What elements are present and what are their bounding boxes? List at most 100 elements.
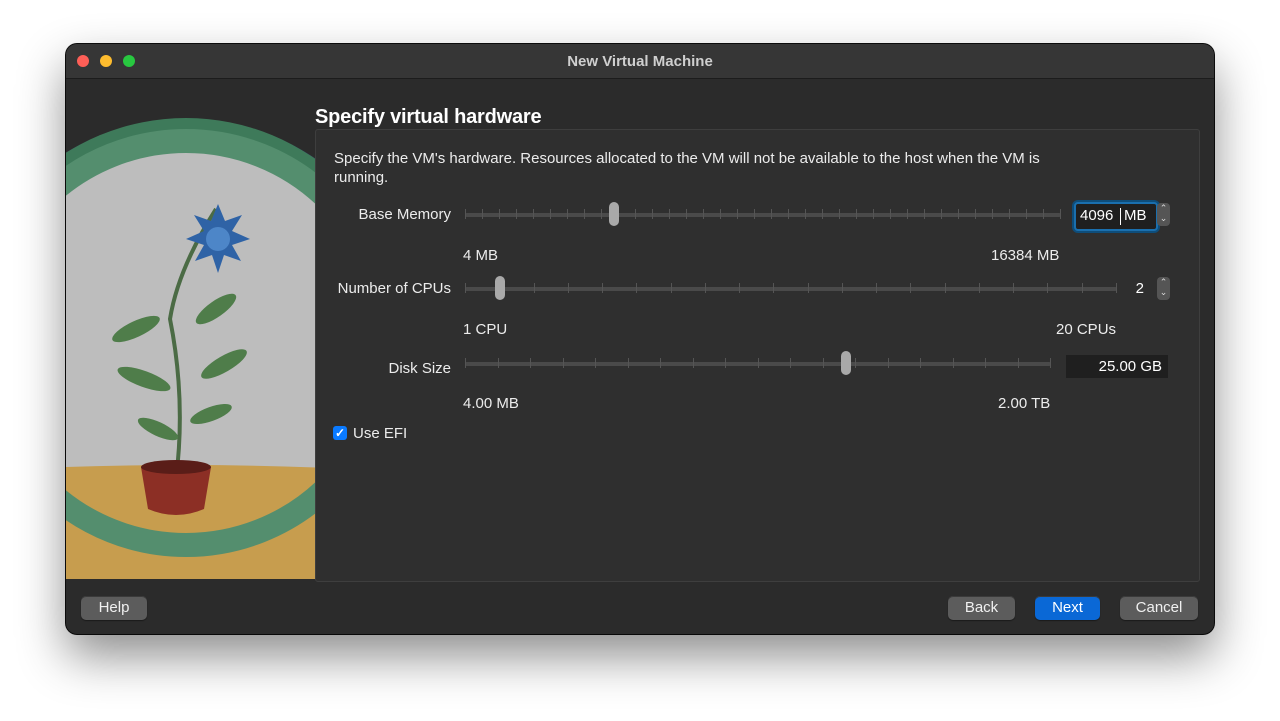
base-memory-label: Base Memory	[358, 206, 451, 223]
base-memory-slider[interactable]	[465, 202, 1061, 226]
slider-tick	[567, 209, 568, 219]
slider-tick	[465, 358, 466, 368]
slider-tick	[839, 209, 840, 219]
chevron-down-icon[interactable]: ⌄	[1157, 287, 1170, 297]
chevron-down-icon[interactable]: ⌄	[1157, 213, 1170, 223]
disk-size-value: 25.00 GB	[1098, 358, 1162, 375]
cpu-count-slider[interactable]	[465, 276, 1117, 300]
slider-tick	[805, 209, 806, 219]
slider-tick	[822, 209, 823, 219]
page-heading: Specify virtual hardware	[315, 106, 542, 128]
slider-tick	[482, 209, 483, 219]
base-memory-value: 4096	[1080, 207, 1114, 224]
slider-tick	[941, 209, 942, 219]
slider-tick	[739, 283, 740, 293]
base-memory-slider-thumb[interactable]	[609, 202, 619, 226]
slider-tick	[924, 209, 925, 219]
back-button[interactable]: Back	[948, 596, 1015, 620]
cpu-count-input[interactable]: 2	[1116, 280, 1144, 297]
slider-tick	[958, 209, 959, 219]
page-description: Specify the VM's hardware. Resources all…	[334, 150, 1040, 186]
cancel-button[interactable]: Cancel	[1120, 596, 1198, 620]
text-caret	[1120, 208, 1121, 225]
slider-tick	[516, 209, 517, 219]
slider-tick	[660, 358, 661, 368]
slider-tick	[602, 283, 603, 293]
slider-tick	[498, 358, 499, 368]
disk-size-label: Disk Size	[388, 360, 451, 377]
disk-size-slider[interactable]	[465, 351, 1051, 375]
slider-tick	[669, 209, 670, 219]
slider-tick	[530, 358, 531, 368]
slider-tick	[788, 209, 789, 219]
slider-tick	[754, 209, 755, 219]
slider-tick	[1013, 283, 1014, 293]
slider-tick	[703, 209, 704, 219]
slider-tick	[693, 358, 694, 368]
slider-tick	[773, 283, 774, 293]
slider-tick	[979, 283, 980, 293]
slider-tick	[945, 283, 946, 293]
slider-tick	[584, 209, 585, 219]
cpu-count-min-label: 1 CPU	[463, 321, 508, 338]
slider-tick	[855, 358, 856, 368]
slider-tick	[628, 358, 629, 368]
slider-tick	[907, 209, 908, 219]
slider-tick	[595, 358, 596, 368]
slider-tick	[1009, 209, 1010, 219]
disk-size-max-label: 2.00 TB	[998, 395, 1051, 412]
cpu-count-slider-thumb[interactable]	[495, 276, 505, 300]
window-title: New Virtual Machine	[567, 53, 713, 70]
wizard-illustration	[66, 79, 316, 579]
slider-tick	[771, 209, 772, 219]
use-efi-label: Use EFI	[353, 425, 408, 442]
slider-tick	[1018, 358, 1019, 368]
slider-tick	[856, 209, 857, 219]
chevron-up-icon[interactable]: ⌃	[1157, 203, 1170, 213]
slider-tick	[534, 283, 535, 293]
cpu-count-max-label: 20 CPUs	[1056, 321, 1117, 338]
slider-tick	[842, 283, 843, 293]
slider-tick	[635, 209, 636, 219]
slider-tick	[1082, 283, 1083, 293]
slider-tick	[568, 283, 569, 293]
next-button[interactable]: Next	[1035, 596, 1100, 620]
slider-tick	[652, 209, 653, 219]
slider-tick	[720, 209, 721, 219]
slider-tick	[1043, 209, 1044, 219]
slider-tick	[686, 209, 687, 219]
slider-tick	[465, 209, 466, 219]
new-vm-window: New Virtual Machine Specify virtual hard…	[66, 44, 1214, 634]
slider-tick	[790, 358, 791, 368]
cpu-count-label: Number of CPUs	[337, 280, 451, 297]
slider-tick	[823, 358, 824, 368]
slider-tick	[499, 209, 500, 219]
slider-tick	[873, 209, 874, 219]
slider-tick	[601, 209, 602, 219]
slider-tick	[550, 209, 551, 219]
slider-tick	[636, 283, 637, 293]
slider-tick	[992, 209, 993, 219]
slider-tick	[533, 209, 534, 219]
base-memory-input[interactable]: 4096 MB	[1074, 202, 1158, 231]
slider-tick	[1060, 209, 1061, 219]
base-memory-max-label: 16384 MB	[991, 247, 1060, 264]
disk-size-slider-thumb[interactable]	[841, 351, 851, 375]
slider-tick	[985, 358, 986, 368]
checkmark-icon: ✓	[334, 426, 346, 440]
slider-tick	[888, 358, 889, 368]
use-efi-checkbox[interactable]: ✓	[333, 426, 347, 440]
disk-size-input[interactable]: 25.00 GB	[1066, 355, 1168, 378]
cpu-count-stepper[interactable]: ⌃ ⌄	[1157, 277, 1170, 300]
slider-tick	[671, 283, 672, 293]
title-bar: New Virtual Machine	[66, 44, 1214, 79]
slider-tick	[920, 358, 921, 368]
slider-tick	[758, 358, 759, 368]
help-button[interactable]: Help	[81, 596, 147, 620]
slider-tick	[1047, 283, 1048, 293]
slider-tick	[1050, 358, 1051, 368]
base-memory-min-label: 4 MB	[463, 247, 499, 264]
slider-tick	[910, 283, 911, 293]
base-memory-stepper[interactable]: ⌃ ⌄	[1157, 203, 1170, 226]
chevron-up-icon[interactable]: ⌃	[1157, 277, 1170, 287]
